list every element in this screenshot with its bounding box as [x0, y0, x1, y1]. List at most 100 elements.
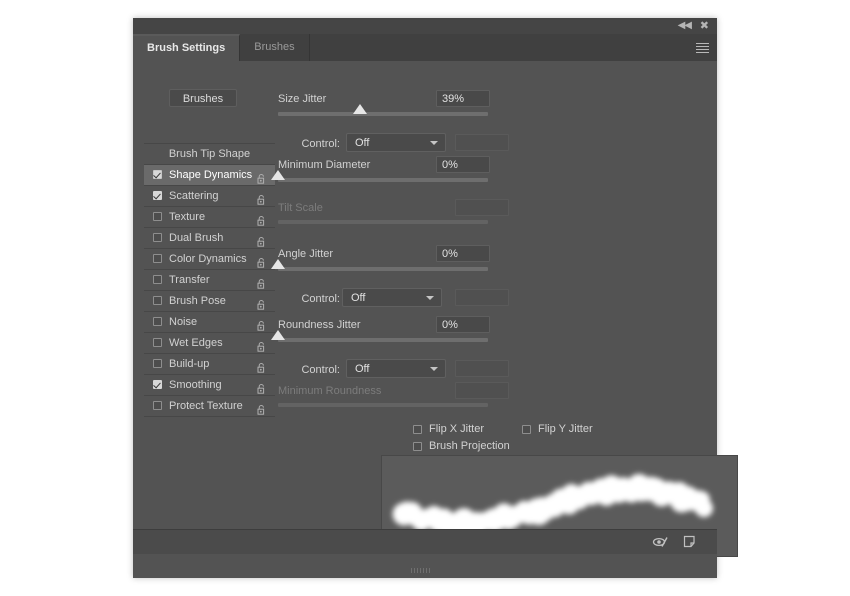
roundness-jitter-slider-thumb[interactable] — [271, 330, 285, 340]
minimum-diameter-label: Minimum Diameter — [278, 159, 371, 171]
unlocked-padlock-icon[interactable] — [257, 296, 266, 310]
flip-y-jitter-checkbox[interactable] — [522, 425, 531, 434]
minimum-diameter-value[interactable]: 0% — [436, 156, 490, 173]
flip-y-jitter-checkbox-row[interactable]: Flip Y Jitter — [522, 423, 593, 435]
panel-titlebar: ◀◀ ✖ — [133, 18, 717, 34]
unlocked-padlock-icon[interactable] — [257, 233, 266, 247]
brushes-button[interactable]: Brushes — [169, 89, 237, 107]
chevron-down-icon — [426, 296, 434, 300]
brush-option-checkbox[interactable] — [153, 233, 162, 242]
size-jitter-slider-thumb[interactable] — [352, 104, 367, 114]
brush-option-checkbox[interactable] — [153, 275, 162, 284]
unlocked-padlock-icon[interactable] — [257, 275, 266, 289]
brush-option-row[interactable]: Transfer — [144, 270, 275, 291]
angle-jitter-slider[interactable] — [271, 259, 488, 271]
angle-jitter-control-value: Off — [351, 292, 366, 304]
angle-jitter-value[interactable]: 0% — [436, 245, 490, 262]
angle-jitter-label: Angle Jitter — [278, 248, 334, 260]
tab-brushes[interactable]: Brushes — [240, 34, 310, 61]
brush-option-label: Brush Pose — [169, 295, 226, 307]
size-jitter-control-select[interactable]: Off — [346, 133, 446, 152]
unlocked-padlock-icon[interactable] — [257, 317, 266, 331]
brush-option-checkbox[interactable] — [153, 212, 162, 221]
brush-option-checkbox[interactable] — [153, 338, 162, 347]
tab-brush-settings[interactable]: Brush Settings — [133, 34, 241, 61]
brush-option-checkbox[interactable] — [153, 380, 162, 389]
brush-settings-controls: Size Jitter 39% Control: Off Minimum Dia… — [271, 61, 738, 557]
unlocked-padlock-icon[interactable] — [257, 359, 266, 373]
roundness-jitter-control-extra[interactable] — [455, 360, 509, 377]
collapse-arrows-icon[interactable]: ◀◀ — [678, 21, 692, 31]
unlocked-padlock-icon[interactable] — [257, 191, 266, 205]
size-jitter-value[interactable]: 39% — [436, 90, 490, 107]
size-jitter-slider[interactable] — [278, 104, 488, 116]
roundness-jitter-value[interactable]: 0% — [436, 316, 490, 333]
tilt-scale-slider — [278, 220, 488, 224]
angle-jitter-control-label: Control: — [301, 293, 340, 305]
brush-option-label: Dual Brush — [169, 232, 224, 244]
brush-option-checkbox[interactable] — [153, 359, 162, 368]
unlocked-padlock-icon[interactable] — [257, 401, 266, 415]
brush-option-row[interactable]: Texture — [144, 207, 275, 228]
brush-option-label: Texture — [169, 211, 206, 223]
brush-option-checkbox[interactable] — [153, 296, 162, 305]
brush-option-checkbox[interactable] — [153, 317, 162, 326]
brush-option-row[interactable]: Brush Pose — [144, 291, 275, 312]
brush-option-checkbox[interactable] — [153, 170, 162, 179]
brush-option-row[interactable]: Build-up — [144, 354, 275, 375]
brush-option-label: Wet Edges — [169, 337, 223, 349]
angle-jitter-control-select[interactable]: Off — [342, 288, 442, 307]
minimum-roundness-value — [455, 382, 509, 399]
minimum-roundness-slider — [278, 403, 488, 407]
brush-option-checkbox[interactable] — [153, 401, 162, 410]
panel-body: Brushes Brush Tip Shape Shape Dynamics Sc… — [133, 61, 738, 557]
panel-resize-grip[interactable] — [411, 568, 439, 573]
brush-projection-label: Brush Projection — [429, 440, 510, 452]
roundness-jitter-label: Roundness Jitter — [278, 319, 361, 331]
brush-option-row[interactable]: Dual Brush — [144, 228, 275, 249]
panel-tab-strip: Brush Settings Brushes — [133, 34, 717, 62]
tilt-scale-label: Tilt Scale — [278, 202, 323, 214]
flip-x-jitter-checkbox-row[interactable]: Flip X Jitter — [413, 423, 484, 435]
brush-projection-checkbox-row[interactable]: Brush Projection — [413, 440, 510, 452]
roundness-jitter-control-select[interactable]: Off — [346, 359, 446, 378]
flip-x-jitter-checkbox[interactable] — [413, 425, 422, 434]
minimum-diameter-slider-thumb[interactable] — [271, 170, 285, 180]
tilt-scale-value — [455, 199, 509, 216]
brush-option-row[interactable]: Wet Edges — [144, 333, 275, 354]
size-jitter-control-value: Off — [355, 137, 370, 149]
panel-resize-strip — [133, 554, 717, 578]
brush-option-row[interactable]: Shape Dynamics — [144, 165, 275, 186]
roundness-jitter-slider[interactable] — [271, 330, 488, 342]
brush-option-row[interactable]: Noise — [144, 312, 275, 333]
size-jitter-control-extra[interactable] — [455, 134, 509, 151]
brush-option-label: Protect Texture — [169, 400, 243, 412]
brush-option-row[interactable]: Protect Texture — [144, 396, 275, 416]
brush-tip-shape-header[interactable]: Brush Tip Shape — [144, 144, 275, 165]
brush-option-row[interactable]: Color Dynamics — [144, 249, 275, 270]
eye-slash-icon[interactable] — [652, 534, 670, 550]
brush-option-checkbox[interactable] — [153, 254, 162, 263]
unlocked-padlock-icon[interactable] — [257, 254, 266, 268]
close-icon[interactable]: ✖ — [700, 21, 709, 32]
brush-options-sidebar: Brushes Brush Tip Shape Shape Dynamics Sc… — [133, 61, 275, 554]
unlocked-padlock-icon[interactable] — [257, 170, 266, 184]
brush-projection-checkbox[interactable] — [413, 442, 422, 451]
flip-x-jitter-label: Flip X Jitter — [429, 423, 485, 435]
brush-option-checkbox[interactable] — [153, 191, 162, 200]
unlocked-padlock-icon[interactable] — [257, 338, 266, 352]
brush-option-label: Smoothing — [169, 379, 222, 391]
panel-menu-icon[interactable] — [696, 43, 709, 53]
brush-option-row[interactable]: Smoothing — [144, 375, 275, 396]
brush-option-row[interactable]: Scattering — [144, 186, 275, 207]
angle-jitter-control-extra[interactable] — [455, 289, 509, 306]
roundness-jitter-control-label: Control: — [301, 364, 340, 376]
screen: ◀◀ ✖ Brush Settings Brushes Brushes Brus… — [0, 0, 850, 596]
panel-footer — [133, 529, 717, 554]
new-brush-preset-icon[interactable] — [681, 534, 699, 550]
unlocked-padlock-icon[interactable] — [257, 380, 266, 394]
angle-jitter-slider-thumb[interactable] — [271, 259, 285, 269]
minimum-diameter-slider[interactable] — [271, 170, 488, 182]
unlocked-padlock-icon[interactable] — [257, 212, 266, 226]
brush-option-label: Color Dynamics — [169, 253, 247, 265]
